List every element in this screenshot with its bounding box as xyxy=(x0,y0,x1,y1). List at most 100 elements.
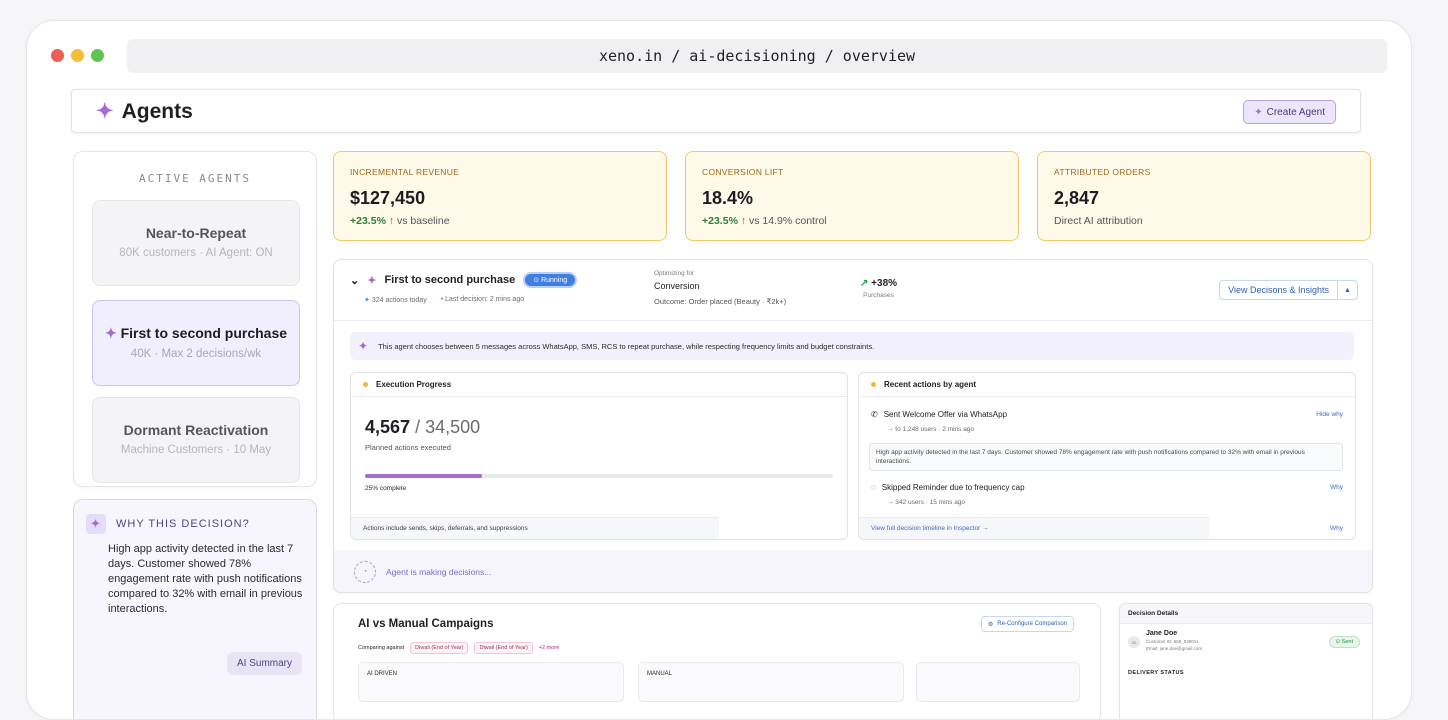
last-decision: • Last decision: 2 mins ago xyxy=(440,296,525,303)
optimizing-for: Optimizing for Conversion Outcome: Order… xyxy=(654,270,786,306)
close-window-button[interactable] xyxy=(51,49,64,62)
why-title: WHY THIS DECISION? xyxy=(116,518,250,530)
metric-sub-text: vs 14.9% control xyxy=(749,215,827,227)
metric-attributed-orders: ATTRIBUTED ORDERS 2,847 Direct AI attrib… xyxy=(1037,151,1371,241)
why-text: High app activity detected in the last 7… xyxy=(108,543,303,615)
progress-bar-fill xyxy=(365,474,482,478)
progress-count: 4,567 / 34,500 xyxy=(365,417,480,438)
progress-total: / 34,500 xyxy=(415,417,481,437)
view-decisions-label: View Decisons & Insights xyxy=(1228,285,1329,295)
metric-label: ATTRIBUTED ORDERS xyxy=(1054,167,1151,177)
agent-card-first-to-second[interactable]: ✦ First to second purchase 40K · Max 2 d… xyxy=(92,300,300,386)
campaign-tag[interactable]: Diwali (End of Year) xyxy=(410,642,469,654)
metric-sub-text: vs baseline xyxy=(397,215,450,227)
chevron-up-icon[interactable]: ▲ xyxy=(1337,281,1357,299)
why-link[interactable]: Why xyxy=(1330,484,1343,491)
metric-change: +23.5% ↑ xyxy=(702,215,747,227)
why-link[interactable]: Why xyxy=(1330,525,1343,532)
more-tags-link[interactable]: +2 more xyxy=(539,645,559,651)
minimize-window-button[interactable] xyxy=(71,49,84,62)
divider xyxy=(334,320,1372,321)
agent-name: ✦ First to second purchase xyxy=(93,325,299,342)
page-header: ✦ Agents ✦ Create Agent xyxy=(71,89,1361,133)
agent-status-bar: ◔ Agent is making decisions... xyxy=(334,550,1372,592)
ai-vs-manual-card: AI vs Manual Campaigns ⚙ Re-Configure Com… xyxy=(333,603,1101,719)
action-item: ✆ Sent Welcome Offer via WhatsApp xyxy=(871,410,1007,419)
progress-sub: Planned actions executed xyxy=(365,443,451,452)
agent-card-near-to-repeat[interactable]: Near-to-Repeat 80K customers · AI Agent:… xyxy=(92,200,300,286)
customer-id: Customer ID: 658_839011 xyxy=(1146,639,1199,644)
comparison-column xyxy=(916,662,1080,702)
progress-done: 4,567 xyxy=(365,417,411,437)
sent-badge: ⊙ Sent xyxy=(1328,636,1360,648)
customer-info: Jane Doe Customer ID: 658_839011 Email: … xyxy=(1146,630,1202,651)
compare-title: AI vs Manual Campaigns xyxy=(358,618,494,630)
lift-label: Purchases xyxy=(863,292,894,299)
metric-sub: Direct AI attribution xyxy=(1054,215,1143,227)
agent-detail-card: ⌄ ✦ First to second purchase ⊙ Running ✦… xyxy=(333,259,1373,593)
status-text: Running xyxy=(541,277,568,284)
metric-conversion-lift: CONVERSION LIFT 18.4% +23.5% ↑ vs 14.9% … xyxy=(685,151,1019,241)
agent-sub: 80K customers · AI Agent: ON xyxy=(119,247,273,259)
metric-label: INCREMENTAL REVENUE xyxy=(350,167,460,177)
sparkle-icon: ✦ xyxy=(358,339,369,353)
page-title: ✦ Agents xyxy=(96,99,193,124)
ai-driven-label: AI DRIVEN xyxy=(367,671,398,677)
why-this-decision-panel: ✦ WHY THIS DECISION? High app activity d… xyxy=(73,499,317,719)
action-sub: → to 1,248 users · 2 mins ago xyxy=(887,426,975,433)
reconfigure-button[interactable]: ⚙ Re-Configure Comparison xyxy=(980,616,1074,632)
agent-meta: ✦ 324 actions today • Last decision: 2 m… xyxy=(364,296,524,304)
sparkle-icon: ✦ xyxy=(96,100,114,123)
timeline-link[interactable]: View full decision timeline in Inspector… xyxy=(859,517,1209,539)
execution-title: Execution Progress xyxy=(351,373,847,397)
campaign-tag[interactable]: Diwali (End of Year) xyxy=(474,642,533,654)
sparkle-icon: ✦ xyxy=(86,514,106,534)
sparkle-icon: ✦ xyxy=(104,325,117,341)
window-controls xyxy=(51,49,104,62)
metric-value: 2,847 xyxy=(1054,188,1100,208)
last-decision-text: Last decision: 2 mins ago xyxy=(445,296,525,303)
trend-up-icon: ↗ xyxy=(860,278,869,289)
agent-card-dormant-reactivation[interactable]: Dormant Reactivation Machine Customers ·… xyxy=(92,397,300,483)
sent-text: Sent xyxy=(1341,639,1353,645)
spinner-icon: ◔ xyxy=(354,561,376,583)
metric-incremental-revenue: INCREMENTAL REVENUE $127,450 +23.5% ↑ vs… xyxy=(333,151,667,241)
agent-name: Near-to-Repeat xyxy=(145,225,247,241)
metric-sub: +23.5% ↑ vs 14.9% control xyxy=(702,215,827,227)
reconfigure-label: Re-Configure Comparison xyxy=(997,621,1067,627)
action-sub: → 342 users · 15 mins ago xyxy=(887,499,966,506)
agent-name: Dormant Reactivation xyxy=(123,422,269,438)
maximize-window-button[interactable] xyxy=(91,49,104,62)
customer-email: Email: jane.doe@gmail.com xyxy=(1146,646,1203,651)
action-text: Sent Welcome Offer via WhatsApp xyxy=(883,410,1008,419)
agent-sub: 40K · Max 2 decisions/wk xyxy=(130,348,262,360)
status-dot-icon xyxy=(871,382,876,387)
execution-footer: Actions include sends, skips, deferrals,… xyxy=(351,517,719,539)
metric-sub: +23.5% ↑ vs baseline xyxy=(350,215,450,227)
recent-title: Recent actions by agent xyxy=(859,373,1355,397)
action-text: Skipped Reminder due to frequency cap xyxy=(881,483,1025,492)
sparkle-icon: ✦ xyxy=(1254,106,1263,118)
chevron-down-icon[interactable]: ⌄ xyxy=(350,274,359,287)
chat-icon: ◌ xyxy=(871,483,876,492)
sparkle-icon: ✦ xyxy=(367,274,377,287)
lift-value: ↗ +38% xyxy=(860,278,897,289)
url-text: xeno.in / ai-decisioning / overview xyxy=(598,47,916,65)
decision-details-card: Decision Details JD Jane Doe Customer ID… xyxy=(1119,603,1373,719)
actions-today-text: 324 actions today xyxy=(371,297,427,304)
hide-why-link[interactable]: Hide why xyxy=(1316,411,1343,418)
create-agent-button[interactable]: ✦ Create Agent xyxy=(1243,100,1336,124)
view-decisions-button[interactable]: View Decisons & Insights ▲ xyxy=(1219,280,1358,300)
ai-driven-column: AI DRIVEN xyxy=(358,662,624,702)
action-item: ◌ Skipped Reminder due to frequency cap xyxy=(871,483,1025,492)
details-title: Decision Details xyxy=(1120,604,1372,624)
agent-title: First to second purchase xyxy=(384,274,516,286)
recent-actions-card: Recent actions by agent ✆ Sent Welcome Of… xyxy=(858,372,1356,540)
avatar: JD xyxy=(1128,636,1140,648)
ai-summary-button[interactable]: AI Summary xyxy=(226,652,302,675)
agent-description-banner: ✦ This agent chooses between 5 messages … xyxy=(350,332,1354,360)
active-agents-label: ACTIVE AGENTS xyxy=(138,172,252,185)
metric-value: 18.4% xyxy=(702,188,754,208)
address-bar[interactable]: xeno.in / ai-decisioning / overview xyxy=(127,39,1387,73)
lift-value-text: +38% xyxy=(871,278,898,289)
